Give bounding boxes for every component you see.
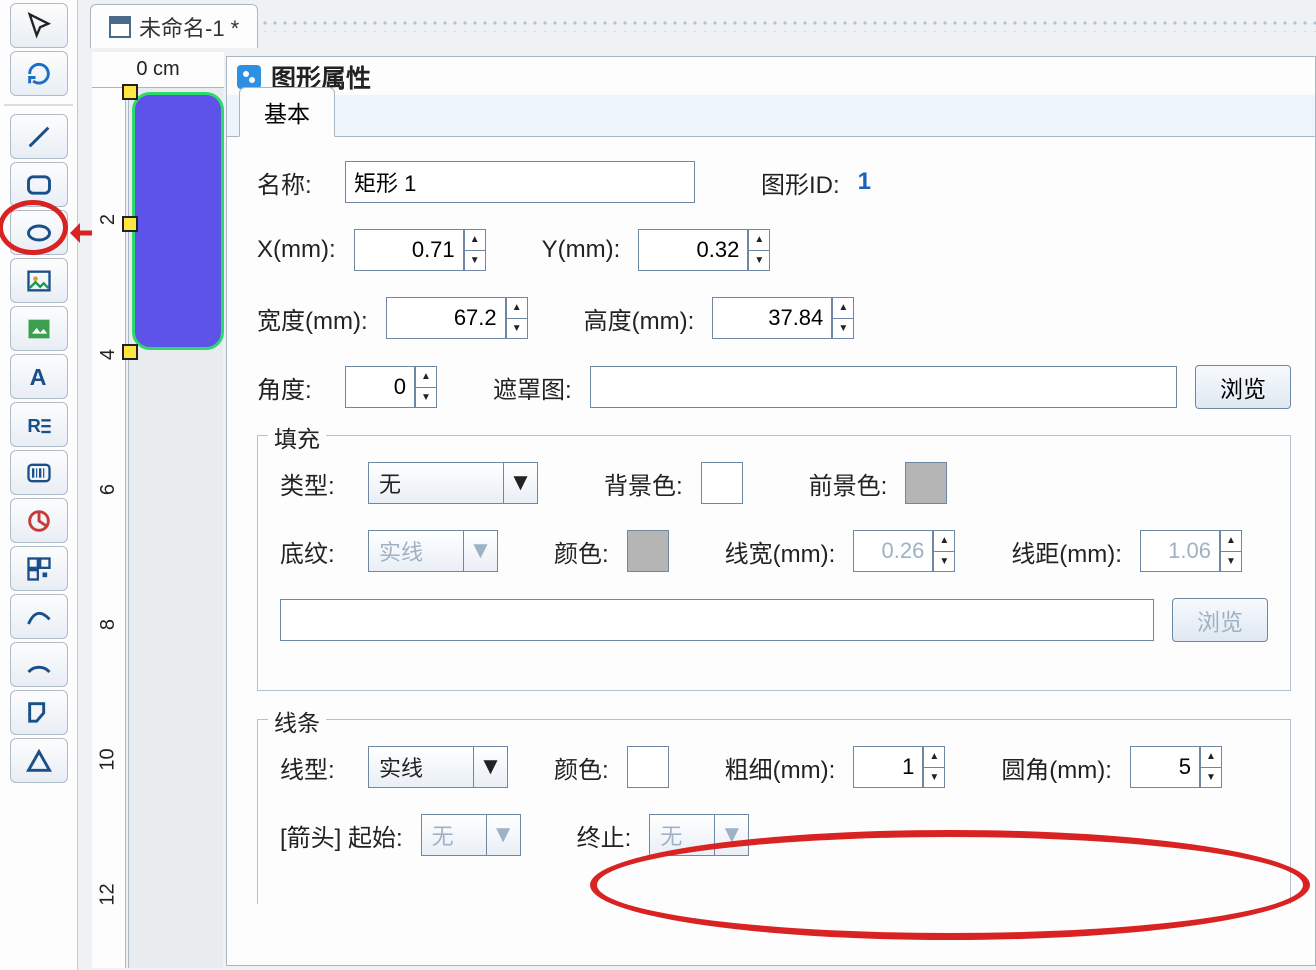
panel-icon <box>237 65 261 89</box>
lineradius-spinner[interactable]: ▲▼ <box>1200 746 1222 788</box>
arrow-start-select[interactable]: 无▼ <box>421 814 521 856</box>
arrow-end-select[interactable]: 无▼ <box>649 814 749 856</box>
fill-ld-spinner[interactable]: ▲▼ <box>1220 530 1242 572</box>
fillcolor-swatch[interactable] <box>627 530 669 572</box>
fill-lw-spinner[interactable]: ▲▼ <box>933 530 955 572</box>
svg-text:A: A <box>29 364 46 390</box>
properties-form: 名称: 图形ID: 1 X(mm): ▲▼ Y(mm): ▲▼ 宽度(mm): … <box>227 137 1315 942</box>
fill-browse-button[interactable]: 浏览 <box>1172 598 1268 642</box>
selection-handle-sw[interactable] <box>122 344 138 360</box>
line-legend: 线条 <box>268 704 326 738</box>
tool-picture[interactable] <box>10 306 68 351</box>
tool-ellipse[interactable] <box>10 210 68 255</box>
selection-handle-nw[interactable] <box>122 84 138 100</box>
mask-browse-button[interactable]: 浏览 <box>1195 365 1291 409</box>
tool-roundrect[interactable] <box>10 162 68 207</box>
fill-lw-label: 线宽(mm): <box>725 534 836 569</box>
name-label: 名称: <box>257 165 327 200</box>
svg-text:R: R <box>27 415 41 436</box>
tool-barcode[interactable] <box>10 450 68 495</box>
linecolor-label: 颜色: <box>554 750 609 785</box>
tool-chart[interactable] <box>10 498 68 543</box>
selected-rectangle-shape[interactable] <box>132 92 224 350</box>
fill-ld-input[interactable] <box>1140 530 1220 572</box>
document-tab-title: 未命名-1 * <box>139 11 239 43</box>
height-label: 高度(mm): <box>584 301 695 336</box>
filltype-label: 类型: <box>280 466 350 501</box>
y-spinner[interactable]: ▲▼ <box>748 229 770 271</box>
width-input[interactable] <box>386 297 506 339</box>
properties-tabs: 基本 <box>227 95 1315 137</box>
line-group: 线条 线型: 实线▼ 颜色: 粗细(mm): ▲▼ 圆角(mm): ▲▼ [箭头… <box>257 719 1291 904</box>
tool-qr[interactable] <box>10 546 68 591</box>
y-input[interactable] <box>638 229 748 271</box>
angle-spinner[interactable]: ▲▼ <box>415 366 437 408</box>
tool-richtext[interactable]: R <box>10 402 68 447</box>
tool-refresh[interactable] <box>10 51 68 96</box>
arrow-end-label: 终止: <box>577 818 632 853</box>
bg-label: 背景色: <box>604 466 683 501</box>
lineradius-label: 圆角(mm): <box>1001 750 1112 785</box>
y-label: Y(mm): <box>542 236 621 264</box>
angle-input[interactable] <box>345 366 415 408</box>
x-label: X(mm): <box>257 236 336 264</box>
fillcolor-label: 颜色: <box>554 534 609 569</box>
fill-path-input[interactable] <box>280 599 1154 641</box>
tool-text[interactable]: A <box>10 354 68 399</box>
height-spinner[interactable]: ▲▼ <box>832 297 854 339</box>
vertical-ruler: 2 4 6 8 10 12 <box>92 88 126 968</box>
linecolor-swatch[interactable] <box>627 746 669 788</box>
shapeid-label: 图形ID: <box>761 165 840 200</box>
horizontal-ruler: 0 cm <box>92 52 224 88</box>
x-spinner[interactable]: ▲▼ <box>464 229 486 271</box>
lineweight-input[interactable] <box>853 746 923 788</box>
document-icon <box>109 16 131 38</box>
x-input[interactable] <box>354 229 464 271</box>
arrow-start-label: [箭头] 起始: <box>280 818 403 853</box>
tab-basic[interactable]: 基本 <box>239 87 335 137</box>
panel-titlebar: 图形属性 <box>227 57 1315 95</box>
bg-swatch[interactable] <box>701 462 743 504</box>
width-label: 宽度(mm): <box>257 301 368 336</box>
document-tab[interactable]: 未命名-1 * <box>90 4 258 48</box>
tool-pointer[interactable] <box>10 3 68 48</box>
pattern-select[interactable]: 实线▼ <box>368 530 498 572</box>
lineweight-label: 粗细(mm): <box>725 750 836 785</box>
angle-label: 角度: <box>257 370 327 405</box>
selection-handle-w[interactable] <box>122 216 138 232</box>
fill-lw-input[interactable] <box>853 530 933 572</box>
tool-triangle[interactable] <box>10 738 68 783</box>
pattern-label: 底纹: <box>280 534 350 569</box>
fg-label: 前景色: <box>809 466 888 501</box>
tool-image[interactable] <box>10 258 68 303</box>
tool-curve[interactable] <box>10 594 68 639</box>
fill-ld-label: 线距(mm): <box>1011 534 1122 569</box>
width-spinner[interactable]: ▲▼ <box>506 297 528 339</box>
divider <box>4 104 73 106</box>
mask-input[interactable] <box>590 366 1177 408</box>
lineweight-spinner[interactable]: ▲▼ <box>923 746 945 788</box>
name-input[interactable] <box>345 161 695 203</box>
height-input[interactable] <box>712 297 832 339</box>
shapeid-value: 1 <box>858 168 871 196</box>
lineradius-input[interactable] <box>1130 746 1200 788</box>
tool-arc[interactable] <box>10 642 68 687</box>
properties-panel: 图形属性 基本 名称: 图形ID: 1 X(mm): ▲▼ Y(mm): ▲▼ … <box>226 56 1316 966</box>
tabstrip-background <box>260 18 1316 32</box>
fill-legend: 填充 <box>268 420 326 454</box>
tool-line[interactable] <box>10 114 68 159</box>
tool-polygon[interactable] <box>10 690 68 735</box>
mask-label: 遮罩图: <box>493 370 572 405</box>
fill-group: 填充 类型: 无▼ 背景色: 前景色: 底纹: 实线▼ 颜色: 线宽(mm): … <box>257 435 1291 691</box>
linestyle-select[interactable]: 实线▼ <box>368 746 508 788</box>
filltype-select[interactable]: 无▼ <box>368 462 538 504</box>
linestyle-label: 线型: <box>280 750 350 785</box>
fg-swatch[interactable] <box>905 462 947 504</box>
left-toolbar: A R <box>0 0 78 970</box>
